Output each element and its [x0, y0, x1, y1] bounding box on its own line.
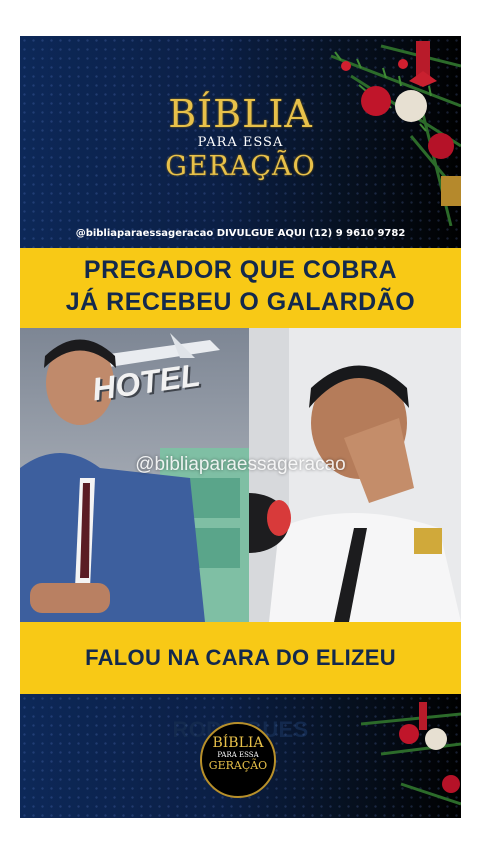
- headline-line-2: JÁ RECEBEU O GALARDÃO: [65, 288, 416, 316]
- headline-line-1: PREGADOR QUE COBRA: [83, 256, 398, 284]
- post-header: BÍBLIA PARA ESSA GERAÇÃO @bibliaparaessa…: [20, 36, 461, 248]
- logo-line-geracao: GERAÇÃO: [165, 151, 316, 182]
- footer-logo-line-1: BÍBLIA: [212, 735, 264, 751]
- promo-handle-text: @bibliaparaessageracao DIVULGUE AQUI (12…: [75, 228, 406, 239]
- photo-collage: HOTEL @bibliaparaessageracao: [20, 328, 461, 622]
- logo-line-biblia: BÍBLIA: [168, 92, 313, 136]
- headline-banner: PREGADOR QUE COBRA JÁ RECEBEU O GALARDÃO: [20, 248, 461, 328]
- footer-brand-logo: BÍBLIA PARA ESSA GERAÇÃO: [200, 722, 276, 798]
- post-card: BÍBLIA PARA ESSA GERAÇÃO @bibliaparaessa…: [20, 36, 461, 818]
- caption-banner: FALOU NA CARA DO ELIZEU RODRIGUES: [20, 622, 461, 742]
- footer-logo-line-3: GERAÇÃO: [208, 759, 268, 772]
- brand-logo: BÍBLIA PARA ESSA GERAÇÃO: [20, 94, 461, 182]
- footer-ornaments-icon: [361, 702, 461, 806]
- logo-line-para-essa: PARA ESSA: [197, 135, 284, 150]
- post-footer: BÍBLIA PARA ESSA GERAÇÃO: [20, 694, 461, 818]
- watermark-handle: @bibliaparaessageracao: [135, 454, 346, 475]
